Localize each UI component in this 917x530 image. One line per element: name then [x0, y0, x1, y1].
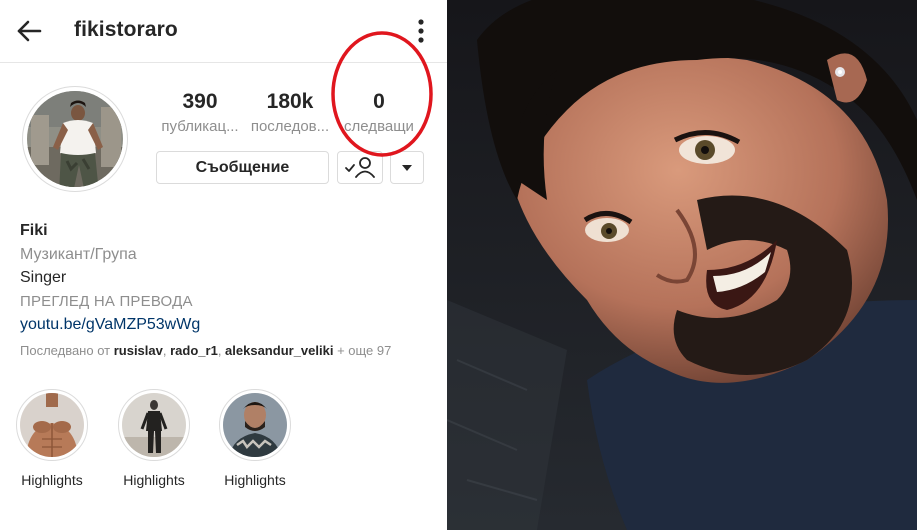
highlight-cover-image	[223, 393, 287, 457]
composite-image: fikistoraro 390 публикац... 180k последо…	[0, 0, 917, 530]
story-highlight[interactable]: Highlights	[217, 389, 293, 488]
highlight-cover-ring	[16, 389, 88, 461]
selfie-photo	[447, 0, 917, 530]
followed-by-suffix: + още 97	[333, 343, 392, 358]
instagram-profile-panel: fikistoraro 390 публикац... 180k последо…	[0, 0, 447, 530]
stat-followers[interactable]: 180k последов...	[244, 88, 336, 138]
selfie-illustration	[447, 0, 917, 530]
stat-followers-count: 180k	[266, 90, 314, 113]
stat-following[interactable]: 0 следващи	[333, 88, 425, 138]
stat-following-count: 0	[373, 90, 385, 113]
following-check-icon	[345, 157, 375, 178]
highlight-label: Highlights	[21, 472, 83, 488]
followed-by-line[interactable]: Последвано от rusislav, rado_r1, aleksan…	[20, 343, 391, 358]
profile-header-bar: fikistoraro	[0, 0, 447, 63]
followed-by-prefix: Последвано от	[20, 343, 114, 358]
avatar-photo	[24, 88, 126, 190]
highlight-label: Highlights	[123, 472, 185, 488]
highlight-cover-image	[20, 393, 84, 457]
see-translation-link[interactable]: ПРЕГЛЕД НА ПРЕВОДА	[20, 290, 435, 314]
caret-down-icon	[402, 165, 412, 171]
stat-followers-label: последов...	[250, 118, 330, 135]
bio-text: Singer	[20, 269, 67, 286]
stat-following-label: следващи	[344, 118, 414, 135]
following-button[interactable]	[337, 151, 383, 184]
bio-category: Музикант/Група	[20, 245, 137, 263]
profile-avatar[interactable]	[22, 86, 128, 192]
highlight-cover-ring	[118, 389, 190, 461]
suggested-accounts-dropdown-button[interactable]	[390, 151, 424, 184]
message-button[interactable]: Съобщение	[156, 151, 329, 184]
followed-by-account[interactable]: rusislav	[114, 343, 163, 358]
back-arrow-icon[interactable]	[16, 19, 42, 43]
stat-posts[interactable]: 390 публикац...	[154, 88, 246, 138]
bio-website-link[interactable]: youtu.be/gVaMZP53wWg	[20, 313, 435, 337]
highlight-cover-image	[122, 393, 186, 457]
stat-posts-count: 390	[182, 90, 218, 113]
profile-username: fikistoraro	[74, 18, 178, 41]
kebab-menu-icon[interactable]	[413, 18, 429, 44]
story-highlight[interactable]: Highlights	[14, 389, 90, 488]
highlight-cover-ring	[219, 389, 291, 461]
followed-by-separator: ,	[217, 343, 226, 358]
followed-by-account[interactable]: rado_r1	[170, 343, 218, 358]
profile-bio: Fiki Музикант/Група Singer ПРЕГЛЕД НА ПР…	[20, 219, 435, 337]
story-highlight[interactable]: Highlights	[116, 389, 192, 488]
bio-name: Fiki	[20, 222, 48, 239]
highlight-label: Highlights	[224, 472, 286, 488]
followed-by-account[interactable]: aleksandur_veliki	[225, 343, 333, 358]
stat-posts-label: публикац...	[161, 118, 239, 135]
